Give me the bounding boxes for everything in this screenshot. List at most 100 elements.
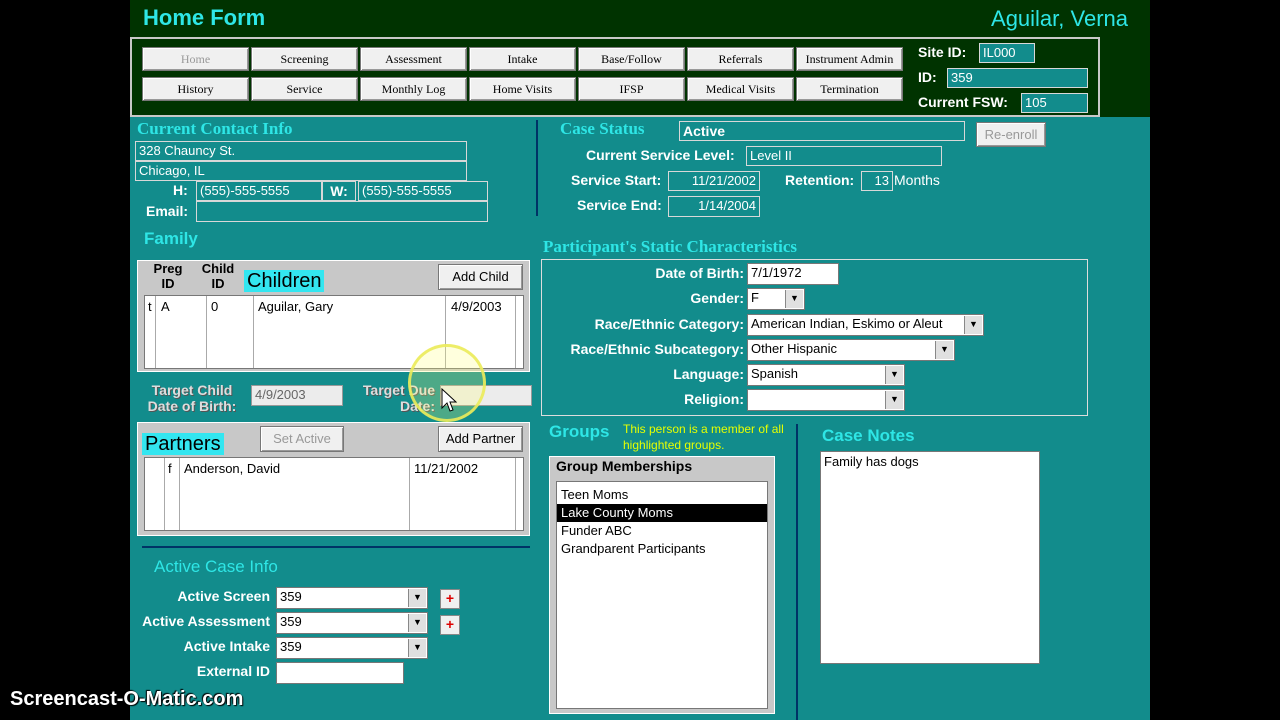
chevron-down-icon[interactable]: ▼	[885, 391, 903, 409]
site-id-label: Site ID:	[918, 44, 967, 60]
add-partner-button[interactable]: Add Partner	[438, 426, 523, 452]
site-id-field[interactable]: IL000	[979, 43, 1035, 63]
watermark: Screencast-O-Matic.com	[10, 688, 244, 710]
work-phone-label: W:	[322, 181, 356, 201]
reenroll-button[interactable]: Re-enroll	[976, 122, 1046, 147]
active-assessment-value: 359	[280, 614, 302, 629]
active-intake-value: 359	[280, 639, 302, 654]
home-form-window: Home Form Aguilar, Verna Home Screening …	[130, 0, 1150, 720]
column-divider	[409, 458, 410, 530]
nav-service-button[interactable]: Service	[251, 77, 358, 101]
chevron-down-icon[interactable]: ▼	[785, 290, 803, 308]
add-screen-button[interactable]: +	[440, 589, 460, 609]
target-child-dob-field[interactable]: 4/9/2003	[251, 385, 343, 406]
religion-label: Religion:	[684, 391, 744, 407]
group-memberships-panel: Group Memberships Teen Moms Lake County …	[549, 456, 775, 714]
active-screen-select[interactable]: 359 ▼	[276, 587, 428, 609]
nav-referrals-button[interactable]: Referrals	[687, 47, 794, 71]
nav-home-visits-button[interactable]: Home Visits	[469, 77, 576, 101]
nav-assessment-button[interactable]: Assessment	[360, 47, 467, 71]
work-phone-field[interactable]: (555)-555-5555	[358, 181, 488, 201]
subcategory-label: Race/Ethnic Subcategory:	[570, 341, 745, 357]
active-intake-label: Active Intake	[183, 638, 270, 654]
subcategory-value: Other Hispanic	[751, 341, 837, 356]
chevron-down-icon[interactable]: ▼	[408, 614, 426, 632]
nav-intake-button[interactable]: Intake	[469, 47, 576, 71]
id-field[interactable]: 359	[947, 68, 1088, 88]
child-name: Aguilar, Gary	[258, 299, 334, 314]
group-item[interactable]: Funder ABC	[557, 522, 767, 540]
column-divider	[253, 296, 254, 368]
nav-base-follow-button[interactable]: Base/Follow	[578, 47, 685, 71]
active-screen-label: Active Screen	[177, 588, 270, 604]
partner-flag: f	[168, 461, 172, 476]
form-title: Home Form	[143, 5, 266, 30]
active-intake-select[interactable]: 359 ▼	[276, 637, 428, 659]
active-case-title: Active Case Info	[154, 557, 278, 576]
retention-field[interactable]: 13	[861, 171, 893, 191]
static-characteristics-title: Participant's Static Characteristics	[543, 237, 797, 256]
child-dob: 4/9/2003	[451, 299, 502, 314]
address-line1-field[interactable]: 328 Chauncy St.	[135, 141, 467, 161]
group-item[interactable]: Teen Moms	[557, 486, 767, 504]
add-child-button[interactable]: Add Child	[438, 264, 523, 290]
chevron-down-icon[interactable]: ▼	[408, 639, 426, 657]
language-value: Spanish	[751, 366, 798, 381]
service-level-field[interactable]: Level II	[746, 146, 942, 166]
groups-title: Groups	[549, 422, 610, 441]
gender-select[interactable]: F ▼	[747, 288, 805, 310]
nav-screening-button[interactable]: Screening	[251, 47, 358, 71]
external-id-label: External ID	[196, 663, 270, 679]
nav-monthly-log-button[interactable]: Monthly Log	[360, 77, 467, 101]
external-id-field[interactable]	[276, 662, 404, 684]
nav-medical-visits-button[interactable]: Medical Visits	[687, 77, 794, 101]
service-level-label: Current Service Level:	[586, 147, 735, 163]
language-label: Language:	[673, 366, 744, 382]
nav-home-button[interactable]: Home	[142, 47, 249, 71]
client-name: Aguilar, Verna	[991, 6, 1128, 31]
partners-title: Partners	[142, 433, 224, 455]
group-item[interactable]: Grandparent Participants	[557, 540, 767, 558]
add-assessment-button[interactable]: +	[440, 615, 460, 635]
chevron-down-icon[interactable]: ▼	[964, 316, 982, 334]
divider	[796, 424, 798, 720]
service-start-field[interactable]: 11/21/2002	[668, 171, 760, 191]
group-memberships-list[interactable]: Teen Moms Lake County Moms Funder ABC Gr…	[556, 481, 768, 709]
nav-instrument-admin-button[interactable]: Instrument Admin	[796, 47, 903, 71]
divider	[142, 546, 530, 548]
nav-ifsp-button[interactable]: IFSP	[578, 77, 685, 101]
chevron-down-icon[interactable]: ▼	[408, 589, 426, 607]
fsw-field[interactable]: 105	[1021, 93, 1088, 113]
active-assessment-select[interactable]: 359 ▼	[276, 612, 428, 634]
title-bar: Home Form Aguilar, Verna	[130, 0, 1150, 37]
religion-select[interactable]: ▼	[747, 389, 905, 411]
set-active-button[interactable]: Set Active	[260, 426, 344, 452]
gender-label: Gender:	[690, 290, 744, 306]
chevron-down-icon[interactable]: ▼	[935, 341, 953, 359]
chevron-down-icon[interactable]: ▼	[885, 366, 903, 384]
column-divider	[515, 296, 516, 368]
partners-list[interactable]: f Anderson, David 11/21/2002	[144, 457, 524, 531]
service-end-field[interactable]: 1/14/2004	[668, 196, 760, 217]
nav-termination-button[interactable]: Termination	[796, 77, 903, 101]
group-item-selected[interactable]: Lake County Moms	[557, 504, 767, 522]
child-flag: t	[148, 299, 152, 314]
child-id: 0	[211, 299, 219, 314]
case-notes-textarea[interactable]: Family has dogs	[820, 451, 1040, 664]
subcategory-select[interactable]: Other Hispanic ▼	[747, 339, 955, 361]
family-section-title: Family	[144, 229, 198, 248]
dob-field[interactable]: 7/1/1972	[747, 263, 839, 285]
case-notes-title: Case Notes	[822, 426, 915, 445]
target-child-dob-label: Target Child Date of Birth:	[147, 382, 237, 414]
race-select[interactable]: American Indian, Eskimo or Aleut ▼	[747, 314, 984, 336]
address-line2-field[interactable]: Chicago, IL	[135, 161, 467, 181]
column-divider	[515, 458, 516, 530]
case-status-field[interactable]: Active	[679, 121, 965, 141]
home-phone-field[interactable]: (555)-555-5555	[196, 181, 322, 201]
email-field[interactable]	[196, 201, 488, 222]
service-end-label: Service End:	[577, 197, 662, 213]
language-select[interactable]: Spanish ▼	[747, 364, 905, 386]
email-label: Email:	[146, 203, 189, 219]
column-divider	[164, 458, 165, 530]
nav-history-button[interactable]: History	[142, 77, 249, 101]
